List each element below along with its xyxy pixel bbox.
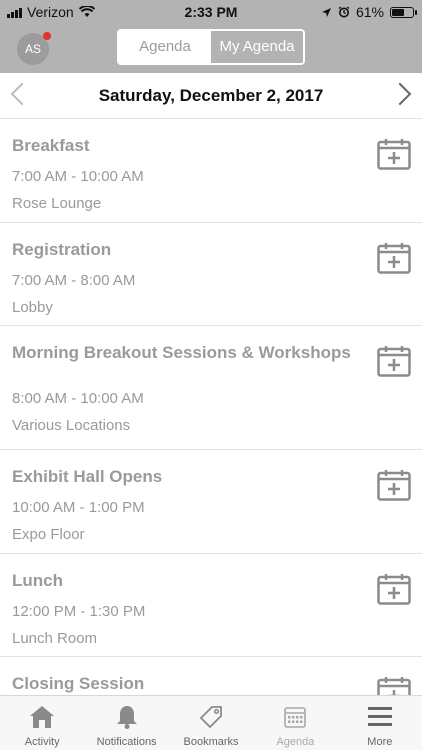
session-time: 7:00 AM - 8:00 AM — [12, 272, 136, 289]
add-to-calendar-icon[interactable] — [377, 469, 411, 501]
session-time: 10:00 AM - 1:00 PM — [12, 499, 145, 516]
session-time: 7:00 AM - 10:00 AM — [12, 168, 144, 185]
session-title: Breakfast — [12, 136, 90, 155]
tab-agenda[interactable]: Agenda — [119, 31, 211, 63]
calendar-icon — [284, 707, 307, 728]
date-navigation: Saturday, December 2, 2017 — [0, 73, 422, 119]
tab-more[interactable]: More — [338, 696, 422, 750]
notification-dot — [43, 32, 51, 40]
add-to-calendar-icon[interactable] — [377, 138, 411, 170]
status-bar: Verizon 2:33 PM 61% — [0, 0, 422, 24]
top-bar: Verizon 2:33 PM 61% AS Agenda My Agenda — [0, 0, 422, 73]
session-location: Rose Lounge — [12, 195, 102, 212]
add-to-calendar-icon[interactable] — [377, 242, 411, 274]
session-title: Registration — [12, 240, 112, 259]
session-location: Various Locations — [12, 417, 131, 434]
tab-notifications[interactable]: Notifications — [84, 696, 168, 750]
add-to-calendar-icon[interactable] — [377, 573, 411, 605]
tab-label: Notifications — [96, 736, 157, 748]
bell-icon — [116, 706, 137, 729]
avatar[interactable]: AS — [17, 32, 51, 65]
list-item[interactable]: Exhibit Hall Opens 10:00 AM - 1:00 PM Ex… — [0, 450, 422, 554]
session-title: Exhibit Hall Opens — [12, 467, 163, 486]
session-time: 8:00 AM - 10:00 AM — [12, 390, 144, 407]
battery-icon — [390, 6, 417, 18]
tab-my-agenda[interactable]: My Agenda — [211, 31, 303, 63]
battery-percent: 61% — [355, 4, 384, 20]
session-location: Expo Floor — [12, 526, 85, 543]
avatar-initials: AS — [24, 42, 41, 56]
menu-icon — [367, 707, 392, 726]
home-icon — [30, 706, 55, 728]
tab-label: Agenda — [276, 736, 315, 748]
session-list: Breakfast 7:00 AM - 10:00 AM Rose Lounge… — [0, 119, 422, 717]
list-item[interactable]: Morning Breakout Sessions & Workshops 8:… — [0, 326, 422, 450]
list-item[interactable]: Registration 7:00 AM - 8:00 AM Lobby — [0, 223, 422, 326]
tag-icon — [199, 706, 222, 729]
session-time: 12:00 PM - 1:30 PM — [12, 603, 146, 620]
bottom-tab-bar: Activity Notifications Bookmarks Agenda — [0, 695, 422, 750]
current-date: Saturday, December 2, 2017 — [98, 86, 324, 105]
tab-label: Bookmarks — [183, 736, 239, 748]
list-item[interactable]: Lunch 12:00 PM - 1:30 PM Lunch Room — [0, 554, 422, 657]
tab-bookmarks[interactable]: Bookmarks — [169, 696, 253, 750]
session-title: Lunch — [12, 571, 63, 590]
tab-label: More — [367, 736, 393, 748]
tab-label: Activity — [24, 736, 60, 748]
session-location: Lobby — [12, 299, 53, 316]
session-title: Morning Breakout Sessions & Workshops — [12, 343, 351, 362]
add-to-calendar-icon[interactable] — [377, 345, 411, 377]
session-title: Closing Session — [12, 674, 145, 693]
tab-activity[interactable]: Activity — [0, 696, 84, 750]
agenda-segmented-control: Agenda My Agenda — [117, 29, 305, 65]
session-location: Lunch Room — [12, 630, 98, 647]
location-arrow-icon — [321, 7, 331, 17]
list-item[interactable]: Breakfast 7:00 AM - 10:00 AM Rose Lounge — [0, 119, 422, 223]
battery-fill — [392, 8, 404, 16]
alarm-icon — [338, 6, 350, 18]
tab-agenda-bottom[interactable]: Agenda — [253, 696, 337, 750]
